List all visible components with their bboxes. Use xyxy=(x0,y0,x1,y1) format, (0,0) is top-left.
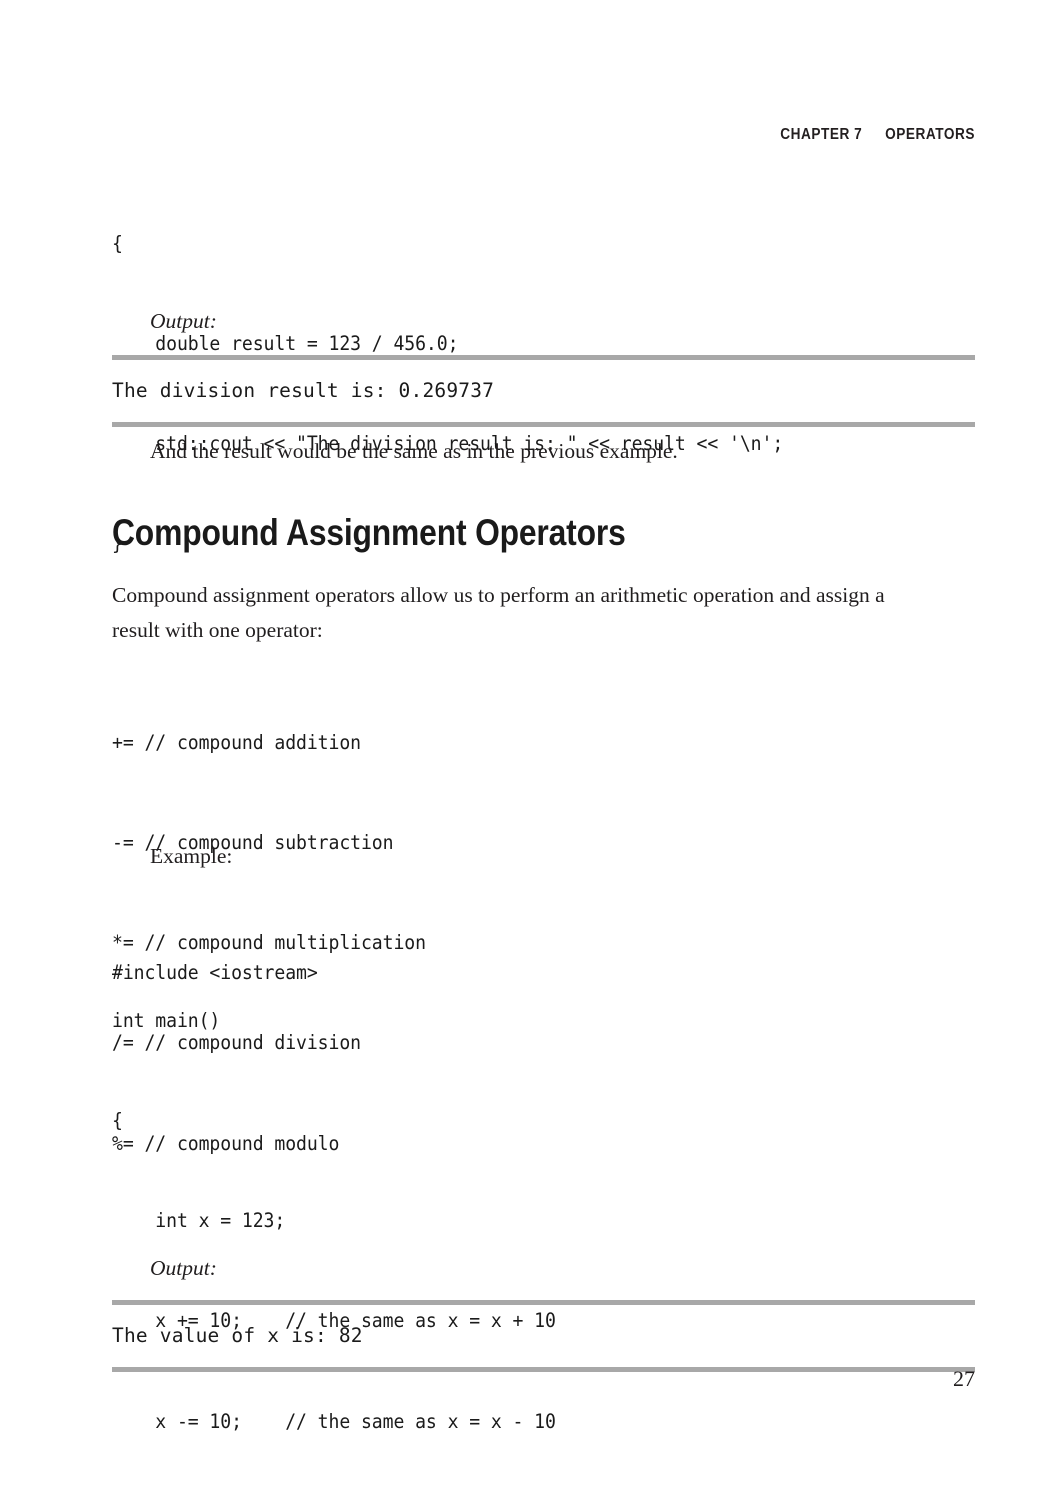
paragraph-compound-intro: Compound assignment operators allow us t… xyxy=(112,583,885,642)
paragraph-previous-example: And the result would be the same as in t… xyxy=(150,439,678,463)
output-block-division-result: The division result is: 0.269737 xyxy=(112,355,975,427)
running-head-chapter: CHAPTER 7 xyxy=(780,126,863,143)
output-text: The value of x is: 82 xyxy=(112,1324,363,1347)
code-line: { xyxy=(112,231,123,255)
code-line: int main() xyxy=(112,1008,221,1032)
running-head: CHAPTER 7 OPERATORS xyxy=(763,108,975,162)
code-line: { xyxy=(112,1109,123,1133)
code-block-compound-example: int main() { int x = 123; x += 10; // th… xyxy=(112,937,588,1500)
running-head-title: OPERATORS xyxy=(885,126,975,143)
output-rule-bottom xyxy=(112,422,975,427)
output-label: Output: xyxy=(150,1256,217,1280)
output-block-x-value: The value of x is: 82 xyxy=(112,1300,975,1372)
code-line: x -= 10; // the same as x = x - 10 xyxy=(112,1409,556,1433)
example-label: Example: xyxy=(150,844,233,868)
document-page: CHAPTER 7 OPERATORS { double result = 123… xyxy=(0,0,1050,1500)
page-title: Compound Assignment Operators xyxy=(112,512,626,553)
output-rule-bottom xyxy=(112,1367,975,1372)
code-line: int x = 123; xyxy=(112,1209,286,1233)
page-number: 27 xyxy=(953,1366,975,1391)
operator-line-add: += // compound addition xyxy=(112,730,361,754)
output-label: Output: xyxy=(150,309,217,333)
output-text: The division result is: 0.269737 xyxy=(112,379,495,402)
